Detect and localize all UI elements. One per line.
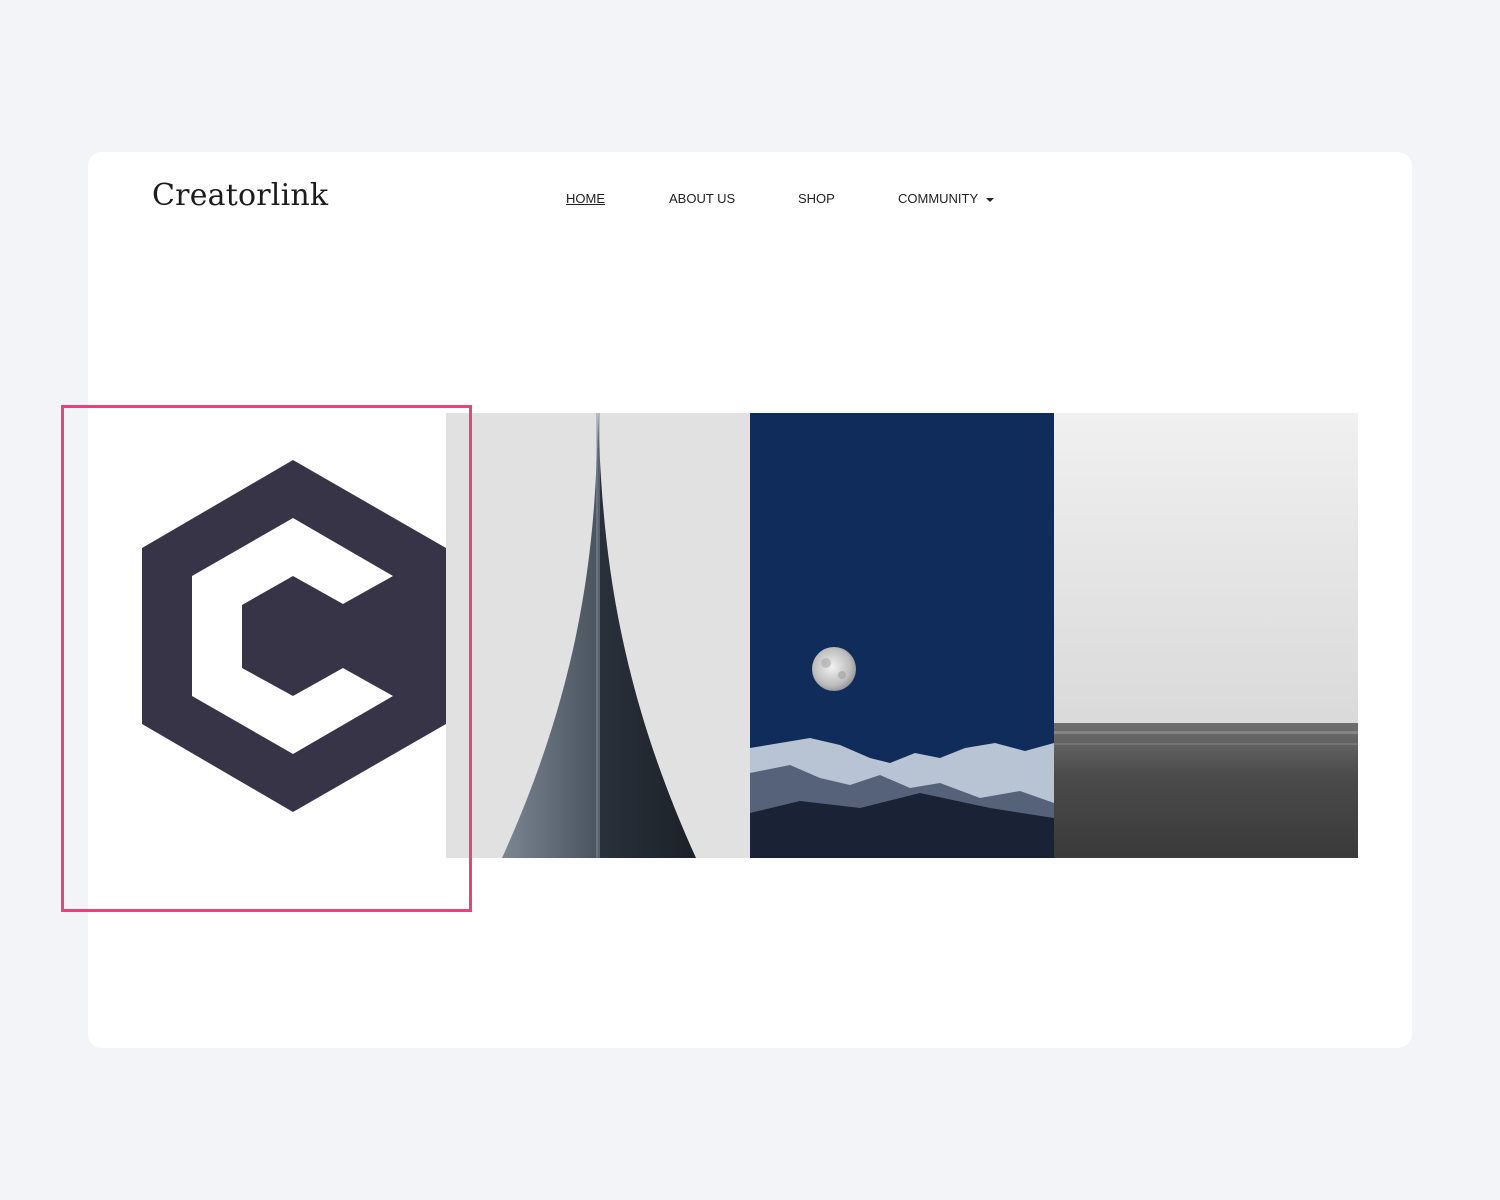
site-brand[interactable]: Creatorlink (152, 176, 328, 216)
nav-community[interactable]: COMMUNITY (898, 189, 995, 209)
sea-horizon-image[interactable] (1054, 413, 1358, 858)
sea-horizon-image-svg (1054, 413, 1358, 858)
moon-mountains-image[interactable] (750, 413, 1054, 858)
spire-image-svg (446, 413, 750, 858)
logo-svg (142, 460, 446, 812)
nav-community-label: COMMUNITY (898, 191, 979, 206)
creatorlink-logo-icon[interactable] (120, 440, 466, 840)
moon-mountains-image-svg (750, 413, 1054, 858)
nav-home[interactable]: HOME (566, 189, 605, 209)
nav-about-us[interactable]: ABOUT US (669, 189, 735, 209)
spire-image[interactable] (446, 413, 750, 858)
chevron-down-icon (986, 197, 995, 202)
nav-shop[interactable]: SHOP (798, 189, 835, 209)
